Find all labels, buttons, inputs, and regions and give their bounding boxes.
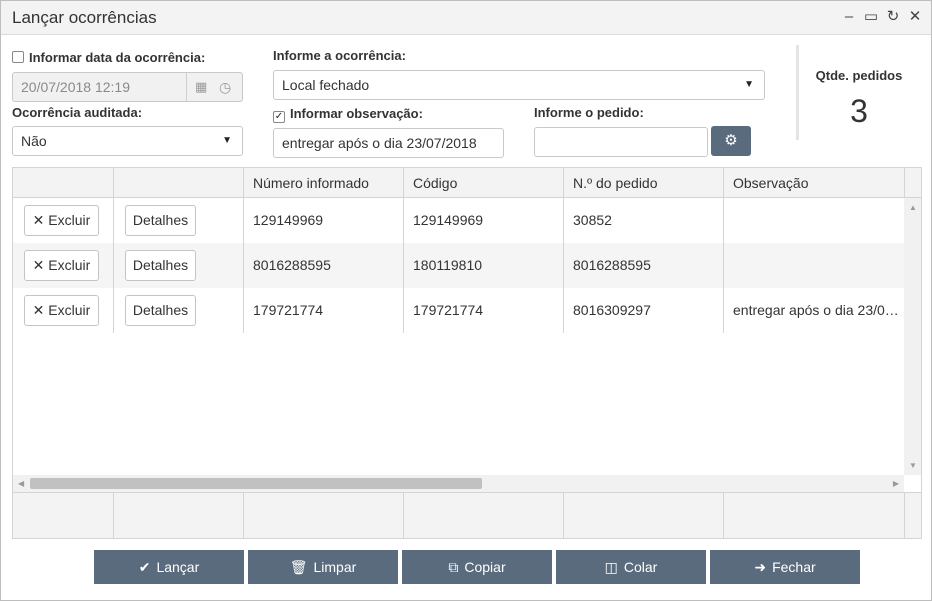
scroll-left-icon[interactable]: ◀ bbox=[18, 479, 24, 488]
excluir-button[interactable]: ✕ Excluir bbox=[24, 250, 99, 281]
col-header-pedido[interactable]: N.º do pedido bbox=[564, 168, 724, 198]
detalhes-button[interactable]: Detalhes bbox=[125, 250, 196, 281]
gear-icon: ⚙ bbox=[724, 132, 738, 149]
detalhes-button[interactable]: Detalhes bbox=[125, 205, 196, 236]
title-bar: Lançar ocorrências – ▭ ↻ ✕ bbox=[1, 1, 931, 35]
close-icon: ✕ bbox=[32, 212, 45, 228]
col-header-observacao[interactable]: Observação bbox=[724, 168, 905, 198]
data-ocorrencia-input[interactable]: 20/07/2018 12:19 ▦ ◷ bbox=[12, 72, 243, 102]
excluir-button[interactable]: ✕ Excluir bbox=[24, 205, 99, 236]
refresh-icon[interactable]: ↻ bbox=[885, 7, 901, 27]
window-title: Lançar ocorrências bbox=[12, 8, 157, 27]
copy-icon: ⧉ bbox=[448, 559, 459, 575]
observacao-label: ✓ Informar observação: bbox=[273, 106, 423, 123]
lancar-button[interactable]: ✔ Lançar bbox=[94, 550, 244, 584]
scroll-down-icon[interactable]: ▼ bbox=[909, 461, 917, 470]
paste-icon: ◫ bbox=[604, 559, 618, 575]
detalhes-button[interactable]: Detalhes bbox=[125, 295, 196, 326]
qtde-separator bbox=[796, 45, 799, 140]
close-icon[interactable]: ✕ bbox=[907, 7, 923, 27]
minimize-icon[interactable]: – bbox=[841, 7, 857, 27]
chevron-down-icon: ▼ bbox=[222, 135, 232, 146]
col-header-numero[interactable]: Número informado bbox=[244, 168, 404, 198]
calendar-icon[interactable]: ▦ bbox=[195, 73, 207, 101]
data-ocorrencia-label: Informar data da ocorrência: bbox=[12, 50, 205, 65]
cell-observacao: entregar após o dia 23/07/2018 bbox=[733, 302, 904, 318]
grid-footer bbox=[13, 492, 921, 539]
scroll-right-icon[interactable]: ▶ bbox=[893, 479, 899, 488]
cell-numero: 8016288595 bbox=[244, 243, 404, 288]
table-row[interactable]: ✕ Excluir Detalhes 8016288595 180119810 … bbox=[13, 243, 904, 288]
horizontal-scroll-thumb[interactable] bbox=[30, 478, 482, 489]
scroll-up-icon[interactable]: ▲ bbox=[909, 203, 917, 212]
observacao-input[interactable]: entregar após o dia 23/07/2018 bbox=[273, 128, 504, 158]
qtde-label: Qtde. pedidos bbox=[815, 68, 903, 83]
trash-icon: 🗑 bbox=[289, 559, 308, 575]
informe-ocorrencia-value: Local fechado bbox=[282, 77, 370, 93]
observacao-checkbox[interactable]: ✓ bbox=[273, 111, 285, 123]
cell-codigo: 129149969 bbox=[404, 198, 564, 243]
col-header-codigo[interactable]: Código bbox=[404, 168, 564, 198]
pedido-label: Informe o pedido: bbox=[534, 105, 644, 120]
excluir-button[interactable]: ✕ Excluir bbox=[24, 295, 99, 326]
fechar-button[interactable]: ➜ Fechar bbox=[710, 550, 860, 584]
colar-button[interactable]: ◫ Colar bbox=[556, 550, 706, 584]
maximize-icon[interactable]: ▭ bbox=[863, 7, 879, 27]
close-icon: ✕ bbox=[32, 302, 45, 318]
window: Lançar ocorrências – ▭ ↻ ✕ Informar data… bbox=[0, 0, 932, 601]
cell-pedido: 30852 bbox=[564, 198, 724, 243]
cell-codigo: 180119810 bbox=[404, 243, 564, 288]
cell-numero: 179721774 bbox=[244, 288, 404, 333]
close-icon: ✕ bbox=[32, 257, 45, 273]
clock-icon[interactable]: ◷ bbox=[219, 73, 231, 101]
horizontal-scrollbar[interactable]: ◀ ▶ bbox=[13, 475, 904, 492]
table-row[interactable]: ✕ Excluir Detalhes 179721774 179721774 8… bbox=[13, 288, 904, 333]
pedido-search-button[interactable]: ⚙ bbox=[711, 126, 751, 156]
sign-out-icon: ➜ bbox=[754, 559, 767, 575]
cell-pedido: 8016309297 bbox=[564, 288, 724, 333]
grid-header: Número informado Código N.º do pedido Ob… bbox=[13, 168, 921, 198]
ocorrencia-auditada-value: Não bbox=[21, 133, 47, 149]
table-row[interactable]: ✕ Excluir Detalhes 129149969 129149969 3… bbox=[13, 198, 904, 243]
cell-codigo: 179721774 bbox=[404, 288, 564, 333]
data-ocorrencia-checkbox-label: Informar data da ocorrência: bbox=[29, 50, 206, 65]
informe-ocorrencia-label: Informe a ocorrência: bbox=[273, 48, 406, 63]
limpar-button[interactable]: 🗑 Limpar bbox=[248, 550, 398, 584]
qtde-value: 3 bbox=[850, 93, 868, 129]
pedido-input[interactable] bbox=[534, 127, 708, 157]
data-ocorrencia-value: 20/07/2018 12:19 bbox=[21, 79, 130, 95]
ocorrencia-auditada-select[interactable]: Não ▼ bbox=[12, 126, 243, 156]
observacao-checkbox-label: Informar observação: bbox=[290, 106, 423, 121]
data-ocorrencia-checkbox[interactable] bbox=[12, 51, 24, 63]
check-icon: ✔ bbox=[138, 559, 151, 575]
informe-ocorrencia-select[interactable]: Local fechado ▼ bbox=[273, 70, 765, 100]
ocorrencia-auditada-label: Ocorrência auditada: bbox=[12, 105, 143, 120]
cell-pedido: 8016288595 bbox=[564, 243, 724, 288]
cell-observacao bbox=[724, 243, 904, 288]
cell-numero: 129149969 bbox=[244, 198, 404, 243]
col-header-excluir bbox=[13, 168, 114, 198]
copiar-button[interactable]: ⧉ Copiar bbox=[402, 550, 552, 584]
col-header-detalhes bbox=[114, 168, 244, 198]
chevron-down-icon: ▼ bbox=[744, 79, 754, 90]
cell-observacao bbox=[724, 198, 904, 243]
occurrences-grid: Número informado Código N.º do pedido Ob… bbox=[12, 167, 922, 539]
vertical-scrollbar[interactable]: ▲ ▼ bbox=[904, 198, 921, 475]
